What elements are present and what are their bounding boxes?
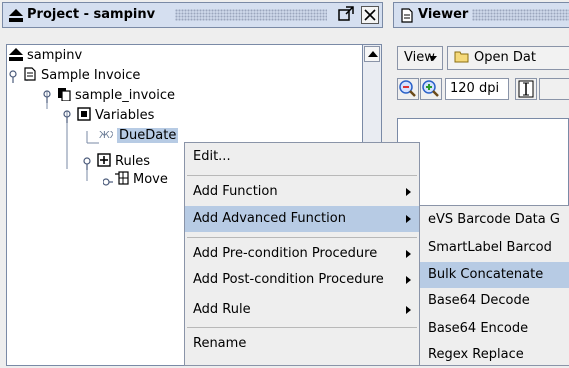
menu-item-label: Add Rule — [193, 302, 251, 317]
fit-height-icon — [518, 80, 534, 98]
tree-item-sample-invoice-app[interactable]: sample_invoice — [57, 87, 175, 105]
menu-item-label: Base64 Encode — [428, 321, 529, 336]
variable-icon: ЖЖ — [99, 130, 113, 141]
submenu-arrow-icon — [406, 250, 411, 258]
dpi-field[interactable]: 120 dpi — [445, 78, 509, 100]
submenu-arrow-icon — [406, 276, 411, 284]
tree-item-label: Move — [133, 172, 168, 187]
menu-item-label: Edit... — [193, 149, 231, 164]
expand-toggle-icon[interactable] — [83, 157, 93, 171]
menu-item-label: SmartLabel Barcod — [428, 240, 552, 255]
tree-item-move[interactable]: Move — [115, 171, 168, 189]
zoom-out-button[interactable] — [397, 78, 419, 100]
title-grip — [472, 9, 569, 21]
tree-item-duedate[interactable]: ЖЖ DueDate — [99, 127, 179, 145]
tree-item-label: Variables — [95, 108, 155, 123]
tree-item-variables[interactable]: Variables — [77, 107, 154, 125]
rule-icon — [115, 171, 129, 185]
expand-toggle-icon[interactable] — [43, 90, 53, 104]
viewer-titlebar[interactable]: Viewer — [393, 2, 569, 28]
rules-icon — [97, 153, 111, 167]
project-icon — [9, 9, 23, 22]
menu-item-label: Rename — [193, 336, 247, 351]
maximize-icon — [338, 6, 354, 21]
dpi-value: 120 dpi — [450, 81, 500, 96]
menu-item-rename[interactable]: Rename — [185, 331, 419, 357]
menu-item-label: Add Function — [193, 184, 278, 199]
menu-item-add-rule[interactable]: Add Rule — [185, 297, 419, 323]
tree-item-label: Rules — [115, 154, 151, 169]
menu-item-add-function[interactable]: Add Function — [185, 179, 419, 205]
open-data-label: Open Dat — [474, 50, 536, 65]
submenu-arrow-icon — [406, 306, 411, 314]
svg-text:ЖЖ: ЖЖ — [99, 130, 113, 141]
close-icon — [364, 9, 376, 21]
menu-item-label: Bulk Concatenate — [428, 267, 544, 282]
chevron-down-icon — [429, 56, 437, 61]
submenu-arrow-icon — [406, 215, 411, 223]
submenu-item-evs-barcode[interactable]: eVS Barcode Data G — [420, 207, 569, 233]
submenu-item-base64-decode[interactable]: Base64 Decode — [420, 288, 569, 314]
submenu-item-regex-replace[interactable]: Regex Replace — [420, 342, 569, 368]
menu-item-label: eVS Barcode Data G — [428, 212, 560, 227]
menu-separator — [187, 327, 417, 328]
expand-toggle-icon[interactable] — [9, 70, 19, 84]
zoom-out-icon — [399, 80, 416, 97]
project-icon — [9, 48, 23, 61]
submenu-item-smartlabel-barcode[interactable]: SmartLabel Barcod — [420, 235, 569, 261]
tree-item-sample-invoice[interactable]: Sample Invoice — [23, 67, 140, 85]
menu-item-label: Regex Replace — [428, 347, 524, 362]
arrow-up-icon — [368, 51, 378, 57]
document-icon — [24, 67, 36, 81]
copy-pages-icon — [58, 88, 71, 101]
view-menu-button[interactable]: View — [397, 46, 443, 70]
title-grip — [175, 9, 327, 21]
maximize-button[interactable] — [337, 6, 355, 24]
project-titlebar[interactable]: Project - sampinv — [2, 2, 383, 28]
fit-height-button[interactable] — [515, 78, 537, 100]
menu-separator — [187, 237, 417, 238]
viewer-title: Viewer — [418, 7, 469, 22]
collapse-toggle-icon[interactable] — [103, 175, 113, 189]
menu-separator — [187, 175, 417, 176]
submenu-item-base64-encode[interactable]: Base64 Encode — [420, 316, 569, 342]
project-title: Project - sampinv — [27, 7, 156, 22]
variables-icon — [77, 107, 91, 121]
menu-item-label: Add Post-condition Procedure — [193, 272, 384, 287]
menu-item-add-post-condition[interactable]: Add Post-condition Procedure — [185, 267, 419, 293]
menu-item-label: Add Advanced Function — [193, 211, 346, 226]
advanced-function-submenu: eVS Barcode Data G SmartLabel Barcod Bul… — [419, 205, 569, 366]
tree-item-label: DueDate — [117, 128, 179, 143]
document-icon — [401, 8, 413, 23]
tree-item-sampinv[interactable]: sampinv — [9, 47, 82, 65]
tree-item-label: sample_invoice — [75, 88, 176, 103]
context-menu: Edit... Add Function Add Advanced Functi… — [184, 142, 420, 366]
menu-item-label: Base64 Decode — [428, 293, 530, 308]
menu-item-edit[interactable]: Edit... — [185, 144, 427, 170]
scroll-up-button[interactable] — [364, 46, 380, 62]
zoom-in-icon — [422, 80, 439, 97]
submenu-item-bulk-concatenate[interactable]: Bulk Concatenate — [420, 262, 569, 288]
submenu-arrow-icon — [406, 188, 411, 196]
zoom-in-button[interactable] — [420, 78, 442, 100]
toolbar-more[interactable] — [539, 78, 569, 100]
tree-item-rules[interactable]: Rules — [97, 153, 150, 171]
viewer-dotted-line — [424, 198, 569, 200]
folder-open-icon — [454, 51, 469, 63]
expand-toggle-icon[interactable] — [63, 110, 73, 124]
tree-item-label: Sample Invoice — [41, 68, 141, 83]
menu-item-label: Add Pre-condition Procedure — [193, 246, 378, 261]
close-button[interactable] — [361, 6, 379, 24]
open-data-button[interactable]: Open Dat — [447, 46, 569, 70]
menu-item-add-pre-condition[interactable]: Add Pre-condition Procedure — [185, 241, 419, 267]
tree-item-label: sampinv — [27, 48, 83, 63]
menu-item-add-advanced-function[interactable]: Add Advanced Function — [185, 206, 419, 232]
